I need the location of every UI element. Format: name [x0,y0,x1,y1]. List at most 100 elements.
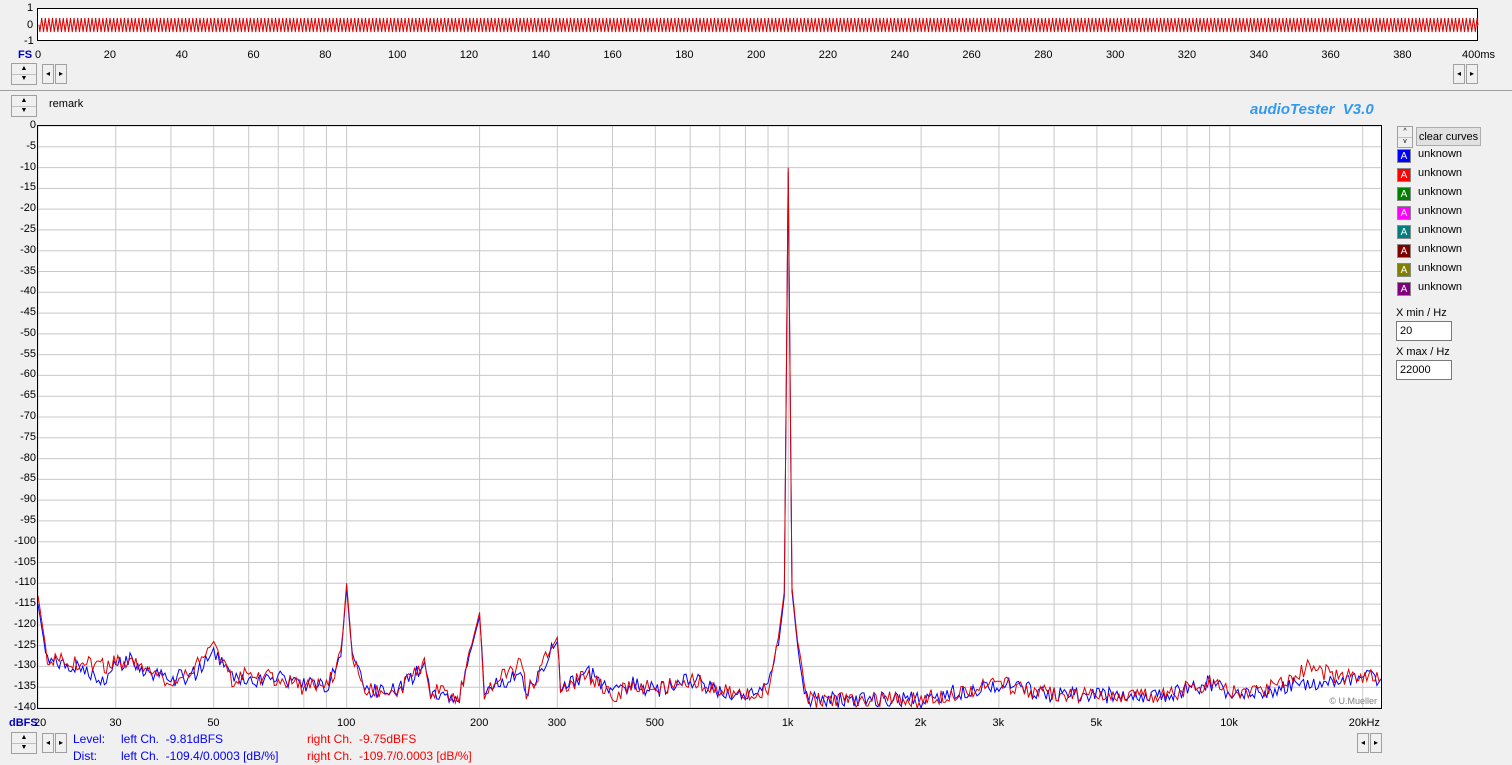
chart-scroll-right-button[interactable]: ▸ [55,733,67,753]
legend-label: unknown [1418,167,1463,179]
clear-curves-button[interactable]: clear curves [1416,127,1481,146]
chart-scroll-left-button-right[interactable]: ◂ [1357,733,1369,753]
legend-label: unknown [1418,205,1463,217]
y-tick-label: -95 [20,513,36,526]
y-tick-label: -125 [13,638,36,651]
y-tick-label: -30 [20,243,36,256]
remark-spinner[interactable]: ▲ ▼ [11,95,37,117]
chart-scroll-left-button[interactable]: ◂ [42,733,54,753]
curve-color-icon[interactable]: A [1397,206,1411,220]
level-label: Level: [73,732,106,746]
scope-x-tick: 300 [1106,49,1125,61]
y-tick-label: -130 [13,659,36,672]
scope-waveform [38,17,1479,33]
y-tick-label: -50 [20,326,36,339]
curve-color-icon[interactable]: A [1397,263,1411,277]
legend-label: unknown [1418,224,1463,236]
y-tick-label: -115 [14,597,36,610]
y-tick-label: -140 [13,701,36,713]
down-arrow-icon[interactable]: ▼ [12,74,36,84]
scope-zoom-spinner[interactable]: ▲ ▼ [11,63,37,85]
scope-x-tick: 180 [675,49,694,61]
curve-color-icon[interactable]: A [1397,168,1411,182]
scope-scroll-left-button-right[interactable]: ◂ [1453,64,1465,84]
y-tick-label: -60 [20,368,36,381]
scope-x-tick: 40 [175,49,188,61]
x-tick-label: 20kHz [1348,717,1380,729]
y-tick-label: -90 [20,493,36,506]
down-arrow-icon[interactable]: ▼ [12,743,36,753]
y-tick-label: -105 [13,555,36,568]
scope-x-tick: 400ms [1462,49,1496,61]
readout-spinner[interactable]: ▲ ▼ [11,732,37,754]
scope-scroll-left-button[interactable]: ◂ [42,64,54,84]
scope-x-tick: 340 [1249,49,1268,61]
x-tick-label: 20 [34,717,47,729]
legend-label: unknown [1418,186,1463,198]
legend-label: unknown [1418,281,1463,293]
scope-y-tick: 0 [27,19,34,31]
y-tick-label: -65 [20,389,36,402]
xmax-field[interactable]: 22000 [1396,360,1452,380]
y-tick-label: -35 [20,264,36,277]
scope-y-tick: 1 [27,2,34,14]
scope-x-tick: 100 [388,49,407,61]
y-tick-label: -55 [20,347,36,360]
curve-color-icon[interactable]: A [1397,244,1411,258]
xmax-label: X max / Hz [1396,346,1450,358]
copyright: © U.Mueller [1329,696,1377,706]
series-line-0 [38,171,1381,708]
scope-x-tick: 380 [1393,49,1412,61]
curve-color-icon[interactable]: A [1397,149,1411,163]
y-tick-label: -75 [20,430,36,443]
x-tick-label: 2k [914,717,927,729]
spectrum-plot: © U.Mueller [37,125,1382,709]
scope-x-tick: 320 [1177,49,1197,61]
x-tick-label: 100 [337,717,356,729]
curve-color-icon[interactable]: A [1397,225,1411,239]
y-tick-label: -10 [20,160,36,173]
curve-color-icon[interactable]: A [1397,187,1411,201]
y-tick-label: 0 [29,119,36,131]
x-tick-label: 1k [781,717,794,729]
down-arrow-icon[interactable]: ▼ [12,106,36,116]
x-tick-label: 200 [469,717,489,729]
remark-label: remark [49,98,84,110]
scope-x-tick: 160 [603,49,622,61]
scope-x-tick: 280 [1034,49,1053,61]
y-tick-label: -135 [13,680,36,693]
xmin-field[interactable]: 20 [1396,321,1452,341]
scope-plot [37,8,1479,41]
spectrum-svg [38,126,1381,708]
chart-scroll-right-button-right[interactable]: ▸ [1370,733,1382,753]
curve-color-icon[interactable]: A [1397,282,1411,296]
scope-scroll-right-button[interactable]: ▸ [55,64,67,84]
down-arrow-icon[interactable]: v [1398,137,1412,147]
legend-label: unknown [1418,243,1463,255]
y-tick-label: -110 [14,576,36,589]
right-level-readout: right Ch. -9.75dBFS [307,732,417,746]
y-tick-label: -45 [20,306,36,319]
y-tick-label: -70 [20,410,36,422]
y-tick-label: -100 [13,534,36,547]
scope-x-tick: 140 [531,49,550,61]
scope-x-tick: 20 [103,49,117,61]
scope-trace [38,17,1479,33]
right-dist-readout: right Ch. -109.7/0.0003 [dB/%] [307,749,472,763]
y-tick-label: -40 [20,285,36,298]
scope-x-tick: 200 [747,49,766,61]
x-tick-label: 500 [645,717,665,729]
legend-label: unknown [1418,262,1463,274]
y-tick-label: -5 [26,139,36,152]
x-tick-label: 3k [992,717,1005,729]
left-level-readout: left Ch. -9.81dBFS [121,732,224,746]
scope-x-tick: 220 [818,49,838,61]
scope-x-tick: 0 [35,49,42,61]
x-tick-label: 50 [207,717,220,729]
y-tick-label: -25 [20,222,36,235]
x-tick-label: 10k [1220,717,1238,729]
legend-spinner[interactable]: ^ v [1397,126,1413,148]
scope-x-tick: 360 [1321,49,1340,61]
app-brand: audioTester V3.0 [1250,101,1374,118]
scope-scroll-right-button-right[interactable]: ▸ [1466,64,1478,84]
